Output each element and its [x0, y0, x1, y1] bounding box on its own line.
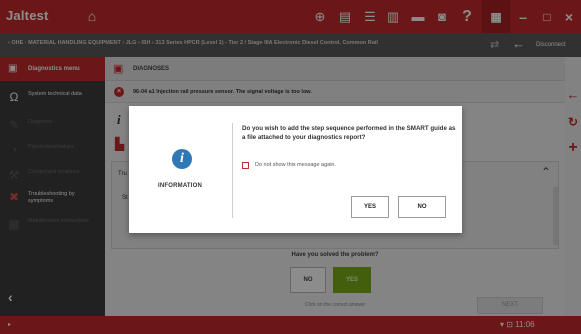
dialog-title: INFORMATION	[157, 183, 203, 189]
dialog-divider	[232, 123, 233, 218]
dialog-question: Do you wish to add the step sequence per…	[242, 125, 456, 141]
yes-button[interactable]: YES	[351, 196, 389, 218]
info-icon: i	[172, 149, 192, 169]
dont-show-label[interactable]: Do not show this message again.	[255, 162, 336, 168]
dont-show-checkbox[interactable]	[242, 162, 249, 169]
no-button[interactable]: NO	[398, 196, 446, 218]
information-dialog: i INFORMATION Do you wish to add the ste…	[129, 106, 462, 233]
